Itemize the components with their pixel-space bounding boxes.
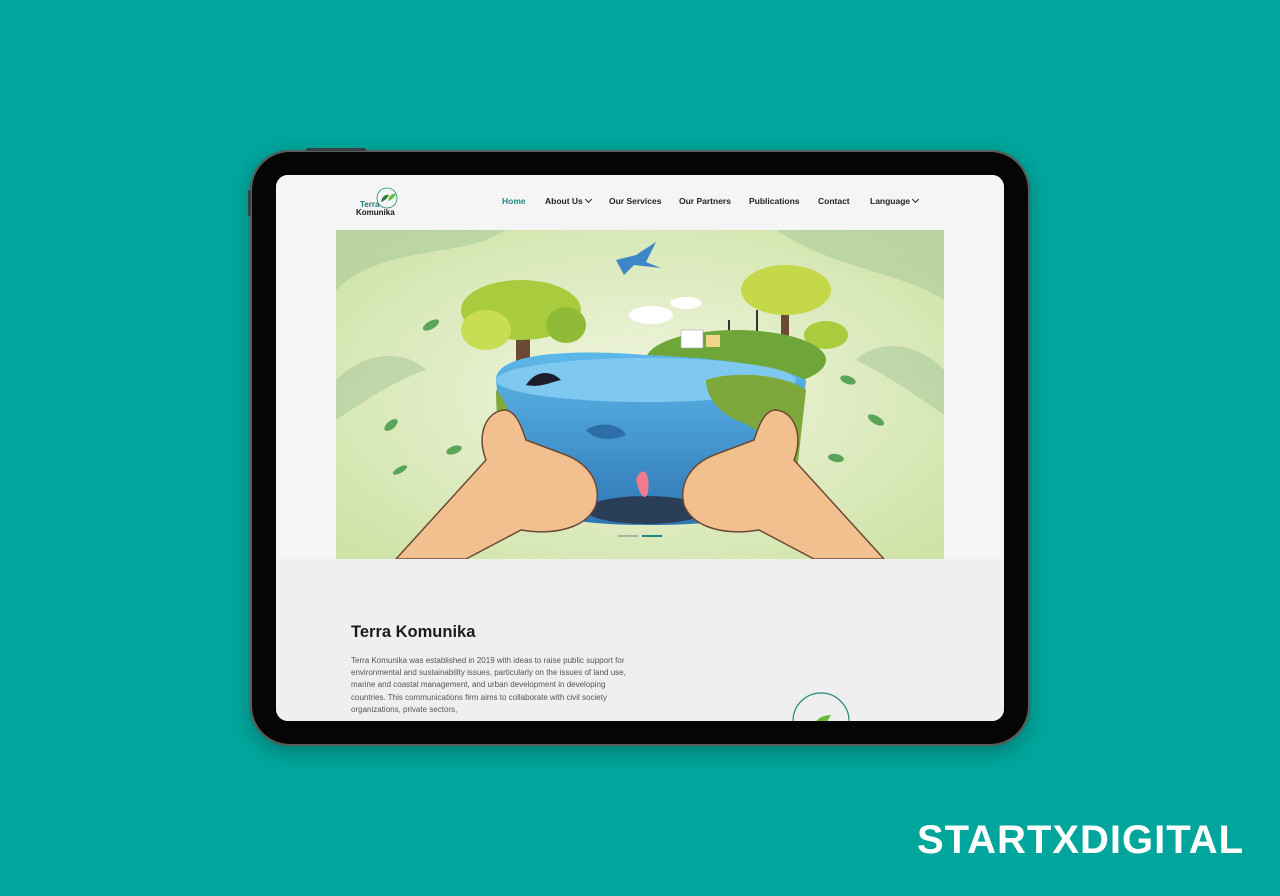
nav-our-partners[interactable]: Our Partners — [679, 196, 731, 206]
hero-illustration — [336, 230, 944, 559]
about-text: Terra Komunika was established in 2019 w… — [351, 656, 626, 714]
navbar: Terra Komunika Home About Us Our Service… — [276, 175, 1004, 230]
leaf-logo-icon — [792, 692, 850, 721]
chevron-down-icon — [584, 195, 592, 204]
about-title: Terra Komunika — [351, 623, 476, 641]
chevron-down-icon — [912, 195, 920, 204]
nav-about-us[interactable]: About Us — [545, 195, 592, 206]
nav-our-services[interactable]: Our Services — [609, 196, 661, 206]
website-screen: Terra Komunika Home About Us Our Service… — [276, 175, 1004, 721]
tablet-top-button — [306, 148, 366, 151]
tablet-side-button — [248, 190, 251, 216]
hero-slider[interactable] — [336, 230, 944, 559]
logo-text-komunika: Komunika — [356, 208, 395, 217]
about-section: Terra Komunika Terra Komunika was establ… — [276, 559, 1004, 721]
nav-publications[interactable]: Publications — [749, 196, 800, 206]
nav-home[interactable]: Home — [502, 196, 526, 206]
slider-dot-1[interactable] — [618, 535, 638, 537]
nav-language-label: Language — [870, 196, 911, 206]
nav-language[interactable]: Language — [870, 195, 920, 206]
nav-about-us-label: About Us — [545, 196, 583, 206]
slider-dot-2[interactable] — [642, 535, 662, 537]
site-logo[interactable]: Terra Komunika — [354, 185, 424, 219]
nav-contact[interactable]: Contact — [818, 196, 850, 206]
startxdigital-watermark: STARTXDIGITAL — [917, 818, 1245, 862]
